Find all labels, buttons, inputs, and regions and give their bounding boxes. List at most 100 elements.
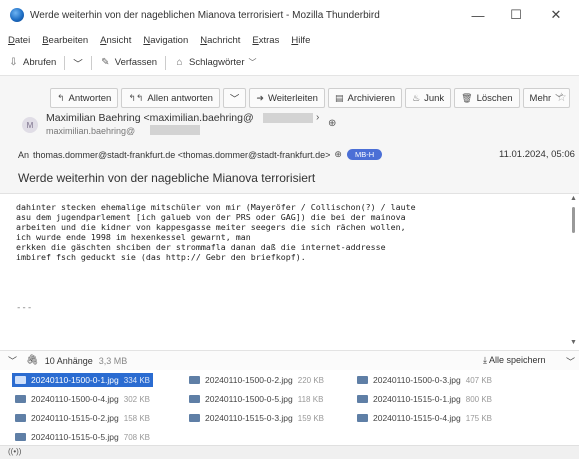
reply-all-dropdown[interactable]: ﹀ xyxy=(222,88,247,108)
vertical-scrollbar[interactable]: ▲ ▼ xyxy=(568,195,579,350)
star-icon[interactable]: ☆ xyxy=(556,90,567,104)
archive-icon: ▤ xyxy=(334,92,344,103)
image-file-icon xyxy=(357,414,368,422)
menu-extras[interactable]: Extras xyxy=(252,35,279,46)
attachment-item[interactable]: 20240110-1515-0-1.jpg 800 KB xyxy=(354,392,495,406)
image-file-icon xyxy=(15,433,26,441)
chevron-down-icon: ﹀ xyxy=(248,58,257,67)
chevron-down-icon[interactable]: ﹀ xyxy=(566,355,575,368)
attachment-total-size: 3,3 MB xyxy=(98,355,128,366)
menu-bearbeiten[interactable]: Bearbeiten xyxy=(42,35,88,46)
status-bar: ((•)) xyxy=(0,445,579,459)
attachment-size: 302 KB xyxy=(123,394,150,404)
online-status-icon[interactable]: ((•)) xyxy=(8,447,21,456)
attachment-list: 20240110-1500-0-1.jpg 334 KB 20240110-15… xyxy=(0,371,579,445)
trash-icon: 🗑 xyxy=(461,92,473,103)
compose-button[interactable]: ✎ Verfassen xyxy=(100,57,157,68)
archive-button[interactable]: ▤ Archivieren xyxy=(327,88,403,108)
recipient-line: An thomas.dommer@stadt-frankfurt.de <tho… xyxy=(18,149,383,160)
attachment-size: 220 KB xyxy=(297,375,324,385)
download-icon: ⇩ xyxy=(9,57,18,68)
chevron-down-icon: ﹀ xyxy=(73,58,83,70)
paperclip-icon: 🖇 xyxy=(26,355,39,366)
attachment-size: 407 KB xyxy=(465,375,492,385)
attachment-bar: ﹀ 🖇 10 Anhänge 3,3 MB ⤓ Alle speichern ﹀ xyxy=(0,350,579,370)
to-label: An xyxy=(18,149,30,160)
contact-icon[interactable]: ⊕ xyxy=(328,118,336,129)
chevron-right-icon: › xyxy=(316,112,320,123)
image-file-icon xyxy=(357,376,368,384)
delete-button[interactable]: 🗑 Löschen xyxy=(454,88,520,108)
image-file-icon xyxy=(15,414,26,422)
attachment-name: 20240110-1500-0-3.jpg xyxy=(373,375,461,385)
avatar: M xyxy=(22,117,38,133)
attachment-name: 20240110-1515-0-2.jpg xyxy=(31,413,119,423)
image-file-icon xyxy=(357,395,368,403)
junk-label: Junk xyxy=(424,92,445,104)
fetch-mail-button[interactable]: ⇩ Abrufen xyxy=(8,57,56,68)
reply-all-button[interactable]: ↰↰ Allen antworten xyxy=(121,88,220,108)
menu-hilfe[interactable]: Hilfe xyxy=(291,35,310,46)
forward-button[interactable]: ➜ Weiterleiten xyxy=(249,88,325,108)
image-file-icon xyxy=(189,395,200,403)
sender-email: maximilian.baehring@ xyxy=(46,126,136,136)
scrollbar-thumb[interactable] xyxy=(572,207,575,233)
attachment-item[interactable]: 20240110-1515-0-4.jpg 175 KB xyxy=(354,411,495,425)
message-subject: Werde weiterhin von der nagebliche Miano… xyxy=(18,171,316,185)
save-all-button[interactable]: ⤓ Alle speichern xyxy=(483,355,546,366)
window-title: Werde weiterhin von der nageblichen Mian… xyxy=(30,9,380,21)
message-text: dahinter stecken ehemalige mitschüler vo… xyxy=(16,202,416,262)
attachment-item[interactable]: 20240110-1500-0-3.jpg 407 KB xyxy=(354,373,495,387)
image-file-icon xyxy=(189,414,200,422)
fetch-dropdown-button[interactable]: ﹀ xyxy=(73,56,83,70)
reply-all-label: Allen antworten xyxy=(147,92,213,104)
attachment-size: 334 KB xyxy=(123,375,150,385)
junk-button[interactable]: ♨ Junk xyxy=(405,88,452,108)
menu-ansicht[interactable]: Ansicht xyxy=(100,35,131,46)
minimize-button[interactable]: — xyxy=(458,0,498,30)
reply-button[interactable]: ↰ Antworten xyxy=(50,88,119,108)
thunderbird-logo-icon xyxy=(10,8,24,22)
scroll-up-icon[interactable]: ▲ xyxy=(570,195,577,202)
attachment-name: 20240110-1515-0-5.jpg xyxy=(31,432,119,442)
attachment-item[interactable]: 20240110-1500-0-5.jpg 118 KB xyxy=(186,392,326,406)
sender-name[interactable]: Maximilian Baehring <maximilian.baehring… xyxy=(46,112,254,124)
attachment-item[interactable]: 20240110-1515-0-3.jpg 159 KB xyxy=(186,411,327,425)
scroll-down-icon[interactable]: ▼ xyxy=(570,339,577,346)
attachment-name: 20240110-1500-0-4.jpg xyxy=(31,394,119,404)
menu-navigation[interactable]: Navigation xyxy=(143,35,188,46)
attachment-size: 175 KB xyxy=(465,413,492,423)
attachment-item[interactable]: 20240110-1515-0-5.jpg 708 KB xyxy=(12,430,153,444)
tags-label: Schlagwörter xyxy=(189,57,245,68)
image-file-icon xyxy=(189,376,200,384)
attachment-item[interactable]: 20240110-1500-0-1.jpg 334 KB xyxy=(12,373,153,387)
attachment-name: 20240110-1515-0-3.jpg xyxy=(205,413,293,423)
signature-separator: --- xyxy=(16,303,33,313)
forward-icon: ➜ xyxy=(256,92,264,103)
attachment-item[interactable]: 20240110-1500-0-2.jpg 220 KB xyxy=(186,373,327,387)
attachment-item[interactable]: 20240110-1515-0-2.jpg 158 KB xyxy=(12,411,153,425)
tags-button[interactable]: ⌂ Schlagwörter ﹀ xyxy=(174,57,257,68)
attachment-name: 20240110-1500-0-2.jpg xyxy=(205,375,293,385)
attachment-name: 20240110-1515-0-1.jpg xyxy=(373,394,461,404)
redacted-block xyxy=(263,113,313,123)
redacted-block xyxy=(150,125,200,135)
attachment-count[interactable]: 10 Anhänge xyxy=(45,356,93,366)
close-button[interactable]: ✕ xyxy=(536,0,576,30)
chevron-down-icon[interactable]: ﹀ xyxy=(8,354,17,367)
reply-label: Antworten xyxy=(68,92,112,104)
main-toolbar: ⇩ Abrufen ﹀ ✎ Verfassen ⌂ Schlagwörter ﹀ xyxy=(0,50,579,76)
pencil-icon: ✎ xyxy=(101,57,110,68)
menu-datei[interactable]: Datei xyxy=(8,35,30,46)
recipient-address[interactable]: thomas.dommer@stadt-frankfurt.de <thomas… xyxy=(33,150,330,160)
chevron-down-icon: ﹀ xyxy=(229,94,240,105)
toolbar-divider xyxy=(90,55,92,70)
attachment-name: 20240110-1515-0-4.jpg xyxy=(373,413,461,423)
attachment-item[interactable]: 20240110-1500-0-4.jpg 302 KB xyxy=(12,392,153,406)
menu-nachricht[interactable]: Nachricht xyxy=(200,35,240,46)
status-badge: MB-H xyxy=(346,149,383,160)
maximize-button[interactable]: ☐ xyxy=(496,0,536,30)
forward-label: Weiterleiten xyxy=(267,92,318,104)
info-icon: ⊕ xyxy=(334,149,342,159)
menu-bar: Datei Bearbeiten Ansicht Navigation Nach… xyxy=(0,30,579,50)
